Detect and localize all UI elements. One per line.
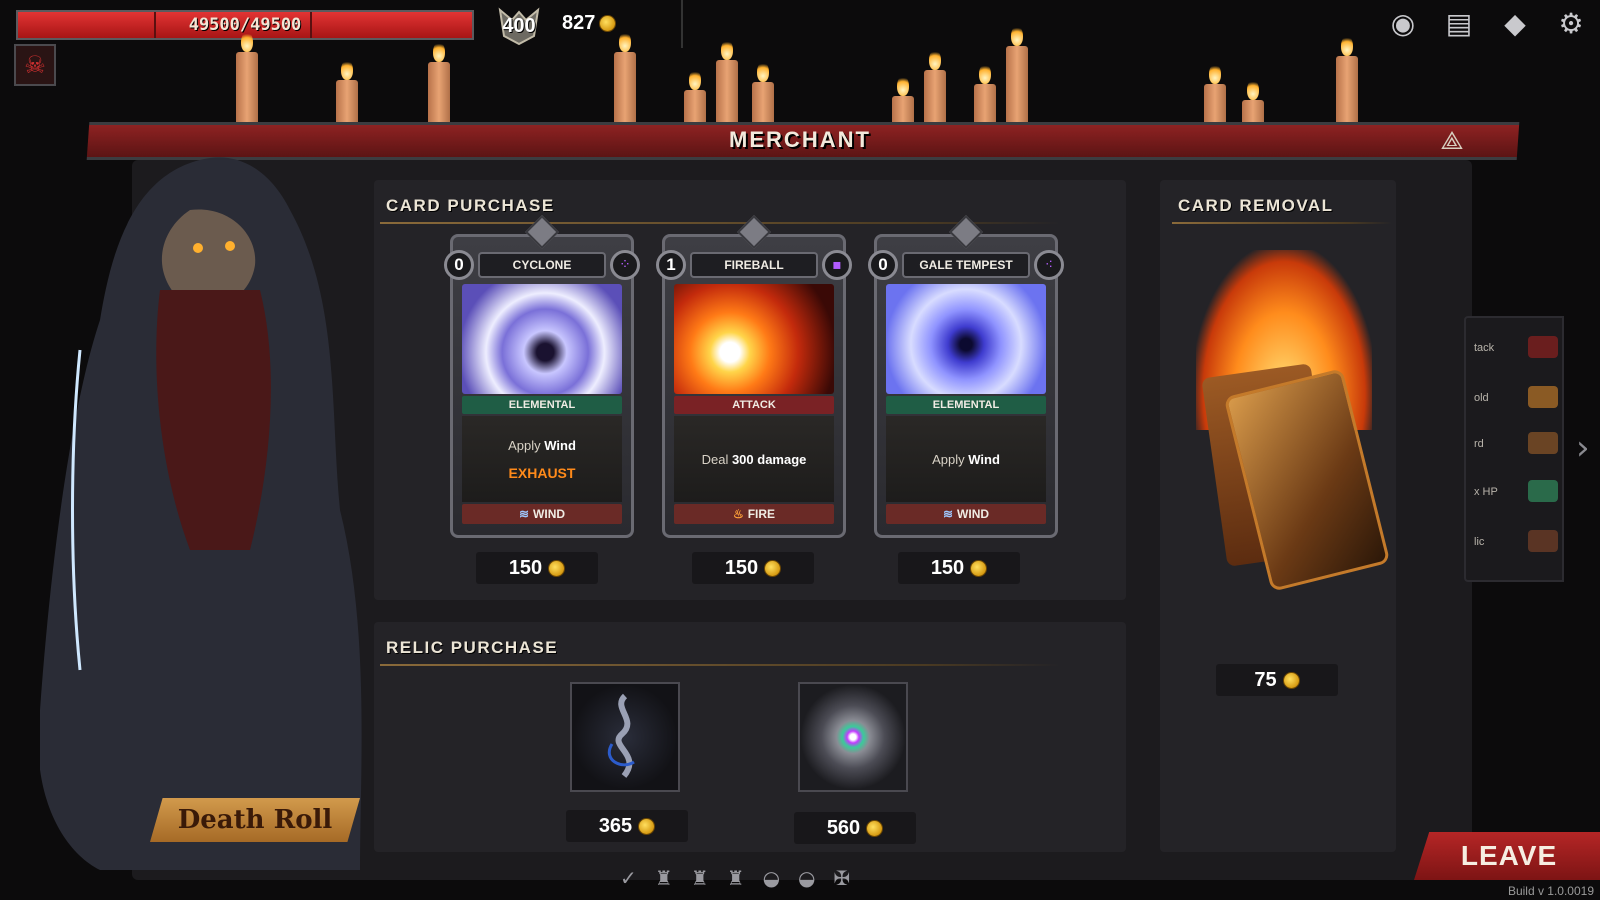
removal-price[interactable]: 75 [1216,664,1338,696]
emblem-icon: ⟁ [1440,126,1464,156]
merchant-npc-illustration [40,157,362,870]
card-description: Apply Wind [508,437,576,453]
fire-icon: ♨ [732,507,744,521]
energy-counter: 400 [496,6,542,46]
cards-icon [1528,432,1558,454]
card-price[interactable]: 150 [476,552,598,584]
card-purchase-title: CARD PURCHASE [386,196,555,215]
card-cost: 1 [656,250,686,280]
coin-icon [638,817,656,835]
drawer-item-label: lic [1474,536,1485,548]
build-version: Build v 1.0.0019 [1507,884,1594,898]
relic-price[interactable]: 560 [794,812,916,844]
card-rarity-icon: ⁘ [610,250,640,280]
relic-price[interactable]: 365 [566,810,688,842]
card-element-tag: ♨ FIRE [674,504,834,524]
potion-icon [1528,480,1558,502]
character-portrait-icon[interactable]: ☠ [14,44,56,86]
shop-card-gale-tempest[interactable]: 0 GALE TEMPEST ⁖ ELEMENTAL Apply Wind ≋ W… [868,215,1064,538]
card-exhaust-keyword: EXHAUST [508,464,576,481]
drawer-item-label: rd [1474,438,1484,450]
card-name: CYCLONE [478,252,606,278]
node-icon: ◒ [762,866,781,890]
gold-value: 827 [562,12,596,34]
relic-eye-amulet[interactable] [798,682,908,792]
relic-icon [1528,530,1558,552]
wind-icon: ≋ [942,507,954,521]
card-category: ELEMENTAL [886,396,1046,414]
relic-purchase-title: RELIC PURCHASE [386,638,559,657]
drawer-item-label: tack [1474,342,1495,354]
gear-icon[interactable]: ⚙ [1552,4,1590,42]
card-art-gale-tempest [886,284,1046,394]
relic-dragon-sword[interactable] [570,682,680,792]
drawer-item-label: x HP [1474,486,1498,498]
card-description: Apply Wind [932,451,1000,467]
warning-icon[interactable]: ◆ [1496,4,1534,42]
card-art-cyclone [462,284,622,394]
leave-button[interactable]: LEAVE [1414,832,1600,880]
card-description: Deal 300 damage [701,451,807,467]
energy-value: 400 [502,14,536,37]
wind-icon: ≋ [518,507,530,521]
shop-card-cyclone[interactable]: 0 CYCLONE ⁘ ELEMENTAL Apply Wind EXHAUST… [444,215,640,538]
card-price[interactable]: 150 [692,552,814,584]
drawer-item-label: old [1474,392,1489,404]
coin-icon [548,559,566,577]
node-icon: ♜ [690,866,709,890]
coin-icon [599,15,617,32]
card-name: FIREBALL [690,252,818,278]
node-icon: ♜ [726,866,745,890]
card-removal-title: CARD REMOVAL [1178,196,1334,215]
dragon-sword-icon [608,693,635,778]
side-drawer[interactable]: tack old rd x HP lic [1464,316,1564,582]
map-progress-nav: ✓ ♜ ♜ ♜ ◒ ◒ ✠ [620,866,850,890]
card-element-tag: ≋ WIND [886,504,1046,524]
card-art-fireball [674,284,834,394]
chevron-right-icon[interactable]: › [1576,428,1590,468]
check-icon: ✓ [620,866,637,890]
coin-icon [764,559,782,577]
coin-icon [1282,671,1300,689]
card-removal-button[interactable] [1196,250,1391,630]
card-rarity-icon: ▪ [822,250,852,280]
shop-card-fireball[interactable]: 1 FIREBALL ▪ ATTACK Deal 300 damage ♨ FIR… [656,215,852,538]
eye-icon[interactable]: ◉ [1384,4,1422,42]
claw-icon [1528,336,1558,358]
card-cost: 0 [444,250,474,280]
merchant-name-plate: Death Roll [150,798,360,842]
card-name: GALE TEMPEST [902,252,1030,278]
gold-counter: 827 [562,12,617,35]
card-cost: 0 [868,250,898,280]
card-price[interactable]: 150 [898,552,1020,584]
deck-icon[interactable]: ▤ [1440,4,1478,42]
card-category: ATTACK [674,396,834,414]
card-rarity-icon: ⁖ [1034,250,1064,280]
coin-icon [866,819,884,837]
gold-pile-icon [1528,386,1558,408]
boss-icon: ✠ [833,866,851,890]
card-element-tag: ≋ WIND [462,504,622,524]
card-category: ELEMENTAL [462,396,622,414]
node-icon: ♜ [654,866,673,890]
coin-icon [970,559,988,577]
node-icon: ◒ [798,866,816,890]
